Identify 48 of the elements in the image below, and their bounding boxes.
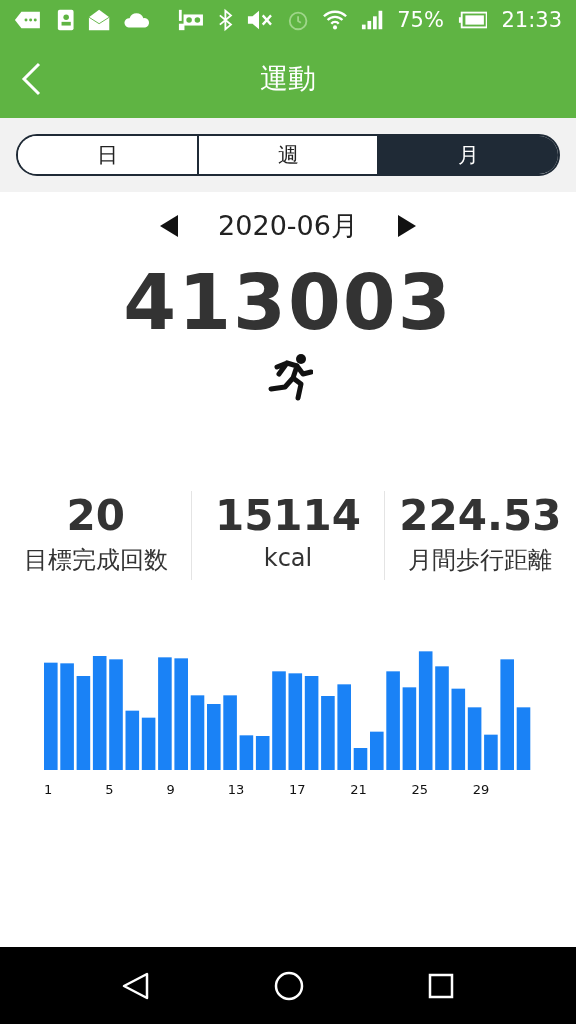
bar (516, 707, 531, 770)
back-nav-icon[interactable] (121, 970, 151, 1001)
bar (207, 704, 221, 770)
battery-percent: 75% (397, 8, 444, 32)
period-tab[interactable]: 日 (18, 136, 197, 174)
recents-icon[interactable] (427, 971, 455, 1000)
axis-label: 17 (289, 782, 306, 797)
axis-label: 25 (411, 782, 429, 797)
stat-value: 20 (66, 491, 125, 540)
axis-label: 5 (105, 782, 114, 797)
contacts-icon (55, 8, 75, 32)
stat-label: 目標完成回数 (23, 545, 168, 576)
period-tab[interactable]: 月 (377, 136, 558, 174)
total-steps: 413003 (0, 258, 576, 347)
period-tab[interactable]: 週 (196, 136, 378, 174)
bar (239, 735, 254, 770)
bar (484, 734, 498, 770)
cloud-icon (124, 11, 151, 29)
bar (467, 707, 482, 770)
battery-icon (457, 11, 488, 29)
bluetooth-icon (218, 8, 233, 32)
envelope-icon (88, 8, 111, 32)
next-icon[interactable] (397, 215, 416, 237)
axis-label: 13 (227, 782, 245, 797)
bar (125, 710, 140, 770)
message-icon (14, 10, 42, 30)
clock: 21:33 (501, 8, 562, 32)
bar (255, 736, 270, 770)
mute-icon (246, 9, 273, 31)
wifi-icon (323, 9, 347, 31)
back-icon[interactable] (20, 62, 42, 96)
bar (370, 731, 384, 770)
stat-label: 月間歩行距離 (408, 545, 553, 576)
home-icon[interactable] (273, 969, 305, 1002)
bar (141, 717, 156, 770)
stat-label: kcal (263, 544, 313, 572)
page-title: 運動 (260, 61, 316, 97)
signal-icon (361, 9, 384, 31)
axis-label: 1 (44, 782, 53, 797)
robot-icon (178, 8, 205, 32)
previous-icon[interactable] (160, 215, 179, 237)
axis-label: 21 (350, 782, 367, 797)
axis-label: 9 (166, 782, 175, 797)
stat-value: 224.53 (399, 491, 562, 540)
axis-label: 29 (472, 782, 490, 797)
bar (353, 748, 368, 770)
stat-value: 15114 (214, 491, 362, 540)
period-label: 2020-06月 (218, 209, 358, 243)
